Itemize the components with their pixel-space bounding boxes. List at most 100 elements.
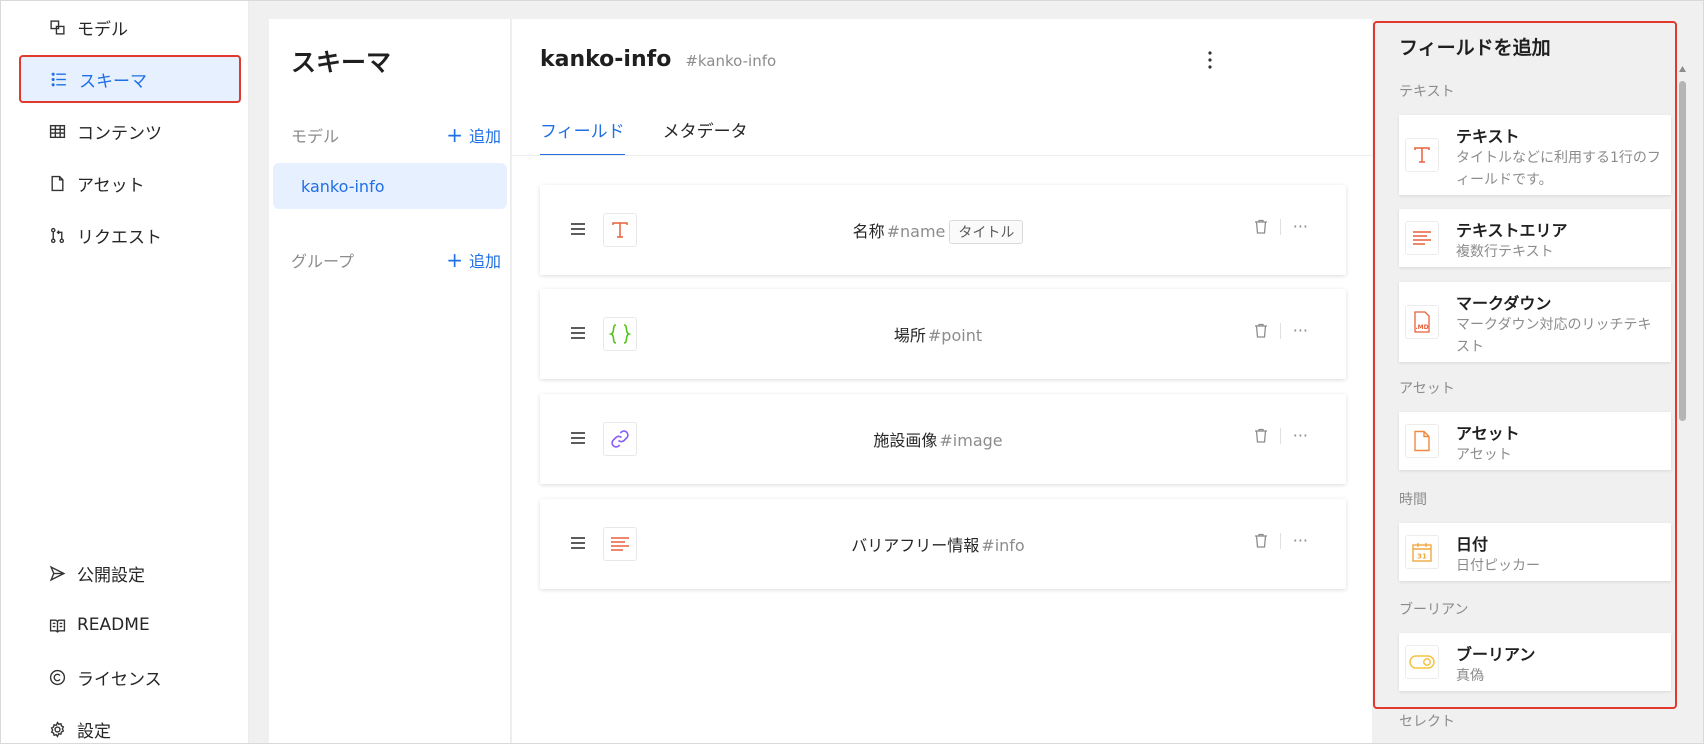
field-actions: ···: [1254, 321, 1308, 340]
sidebar-item-schema[interactable]: スキーマ: [19, 55, 241, 103]
file-icon: [47, 173, 67, 193]
sidebar-item-publish[interactable]: 公開設定: [19, 549, 241, 597]
add-group-button[interactable]: + 追加: [446, 248, 501, 272]
field-type-boolean[interactable]: ブーリアン 真偽: [1399, 633, 1671, 691]
svg-text:31: 31: [1417, 553, 1427, 561]
model-key: #kanko-info: [685, 52, 777, 70]
model-item-kanko-info[interactable]: kanko-info: [273, 163, 507, 209]
drag-handle-icon[interactable]: [568, 322, 588, 344]
add-field-panel: フィールドを追加 テキスト テキスト タイトルなどに利用する1行のフィールドです…: [1373, 19, 1679, 743]
sidebar-item-label: README: [77, 615, 150, 635]
sidebar-item-label: スキーマ: [79, 71, 147, 92]
sidebar-item-label: 公開設定: [77, 565, 145, 586]
delete-icon[interactable]: [1254, 428, 1268, 443]
more-button[interactable]: ···: [1293, 321, 1308, 340]
main-panel: kanko-info #kanko-info フィールド メタデータ 名称 #na…: [512, 19, 1372, 743]
more-button[interactable]: ···: [1293, 217, 1308, 236]
tab-metadata[interactable]: メタデータ: [663, 117, 748, 156]
more-button[interactable]: ···: [1293, 531, 1308, 550]
send-icon: [47, 563, 67, 583]
category-boolean: ブーリアン: [1399, 602, 1469, 618]
braces-icon: [603, 317, 637, 351]
gear-icon: [47, 719, 67, 739]
sidebar-item-label: 設定: [77, 721, 111, 742]
drag-handle-icon[interactable]: [568, 532, 588, 554]
field-actions: ···: [1254, 217, 1308, 236]
sidebar-item-license[interactable]: ライセンス: [19, 653, 241, 701]
sidebar: モデル スキーマ コンテンツ アセット リクエスト 公開設定 README ライ…: [1, 1, 249, 743]
textarea-icon: [603, 527, 637, 561]
kebab-icon: [1208, 51, 1212, 69]
scroll-up-arrow-icon[interactable]: [1678, 65, 1687, 73]
sidebar-item-model[interactable]: モデル: [19, 3, 241, 51]
sidebar-item-readme[interactable]: README: [19, 601, 241, 649]
field-type-asset[interactable]: アセット アセット: [1399, 412, 1671, 470]
sidebar-item-label: ライセンス: [77, 669, 162, 690]
table-icon: [47, 121, 67, 141]
more-options-button[interactable]: [1198, 45, 1222, 75]
sidebar-item-asset[interactable]: アセット: [19, 159, 241, 207]
markdown-icon: .MD: [1405, 305, 1439, 339]
sidebar-item-settings[interactable]: 設定: [19, 705, 241, 743]
pull-request-icon: [47, 225, 67, 245]
sidebar-item-label: リクエスト: [77, 227, 162, 248]
field-label: 場所 #point: [893, 326, 983, 345]
category-text: テキスト: [1399, 84, 1455, 100]
link-icon: [603, 422, 637, 456]
copyright-icon: [47, 667, 67, 687]
field-card-image[interactable]: 施設画像 #image ···: [540, 394, 1346, 484]
sidebar-item-content[interactable]: コンテンツ: [19, 107, 241, 155]
tab-divider: [512, 155, 1372, 156]
model-header: kanko-info #kanko-info: [540, 47, 776, 72]
model-section-label: モデル: [291, 127, 340, 146]
model-title: kanko-info: [540, 47, 672, 72]
field-type-text[interactable]: テキスト タイトルなどに利用する1行のフィールドです。: [1399, 115, 1671, 195]
more-button[interactable]: ···: [1293, 426, 1308, 445]
field-type-textarea[interactable]: テキストエリア 複数行テキスト: [1399, 209, 1671, 267]
sidebar-item-request[interactable]: リクエスト: [19, 211, 241, 259]
field-label: バリアフリー情報 #info: [851, 536, 1025, 555]
schema-panel: スキーマ モデル + 追加 kanko-info グループ + 追加: [269, 19, 511, 743]
field-label: 施設画像 #image: [873, 431, 1003, 450]
app-window: モデル スキーマ コンテンツ アセット リクエスト 公開設定 README ライ…: [0, 0, 1704, 744]
textarea-icon: [1405, 221, 1439, 255]
delete-icon[interactable]: [1254, 323, 1268, 338]
tab-bar: フィールド メタデータ: [540, 117, 748, 156]
list-icon: [49, 69, 69, 89]
model-icon: [47, 17, 67, 37]
field-type-markdown[interactable]: .MD マークダウン マークダウン対応のリッチテキスト: [1399, 282, 1671, 362]
field-type-date[interactable]: 31 日付 日付ピッカー: [1399, 523, 1671, 581]
field-actions: ···: [1254, 531, 1308, 550]
sidebar-item-label: コンテンツ: [77, 123, 162, 144]
svg-text:.MD: .MD: [1415, 324, 1428, 331]
book-icon: [47, 615, 67, 635]
delete-icon[interactable]: [1254, 533, 1268, 548]
category-asset: アセット: [1399, 381, 1455, 397]
sidebar-item-label: アセット: [77, 175, 145, 196]
calendar-icon: 31: [1405, 535, 1439, 569]
scrollbar-thumb[interactable]: [1679, 81, 1686, 421]
field-card-point[interactable]: 場所 #point ···: [540, 289, 1346, 379]
field-label: 名称 #name タイトル: [640, 218, 1236, 244]
file-icon: [1405, 424, 1439, 458]
plus-icon: +: [446, 123, 463, 147]
text-icon: [1405, 138, 1439, 172]
text-icon: [603, 213, 637, 247]
sidebar-item-label: モデル: [77, 19, 128, 40]
title-badge: タイトル: [949, 220, 1024, 244]
add-field-title: フィールドを追加: [1399, 37, 1551, 59]
category-time: 時間: [1399, 492, 1427, 508]
toggle-icon: [1405, 645, 1439, 679]
drag-handle-icon[interactable]: [568, 218, 588, 240]
tab-fields[interactable]: フィールド: [540, 117, 625, 156]
group-section-header: グループ + 追加: [291, 248, 501, 272]
plus-icon: +: [446, 248, 463, 272]
schema-title: スキーマ: [291, 48, 392, 77]
delete-icon[interactable]: [1254, 219, 1268, 234]
group-section-label: グループ: [291, 252, 355, 271]
drag-handle-icon[interactable]: [568, 427, 588, 449]
add-model-button[interactable]: + 追加: [446, 123, 501, 147]
field-card-info[interactable]: バリアフリー情報 #info ···: [540, 499, 1346, 589]
field-card-name[interactable]: 名称 #name タイトル ···: [540, 185, 1346, 275]
model-section-header: モデル + 追加: [291, 123, 501, 147]
